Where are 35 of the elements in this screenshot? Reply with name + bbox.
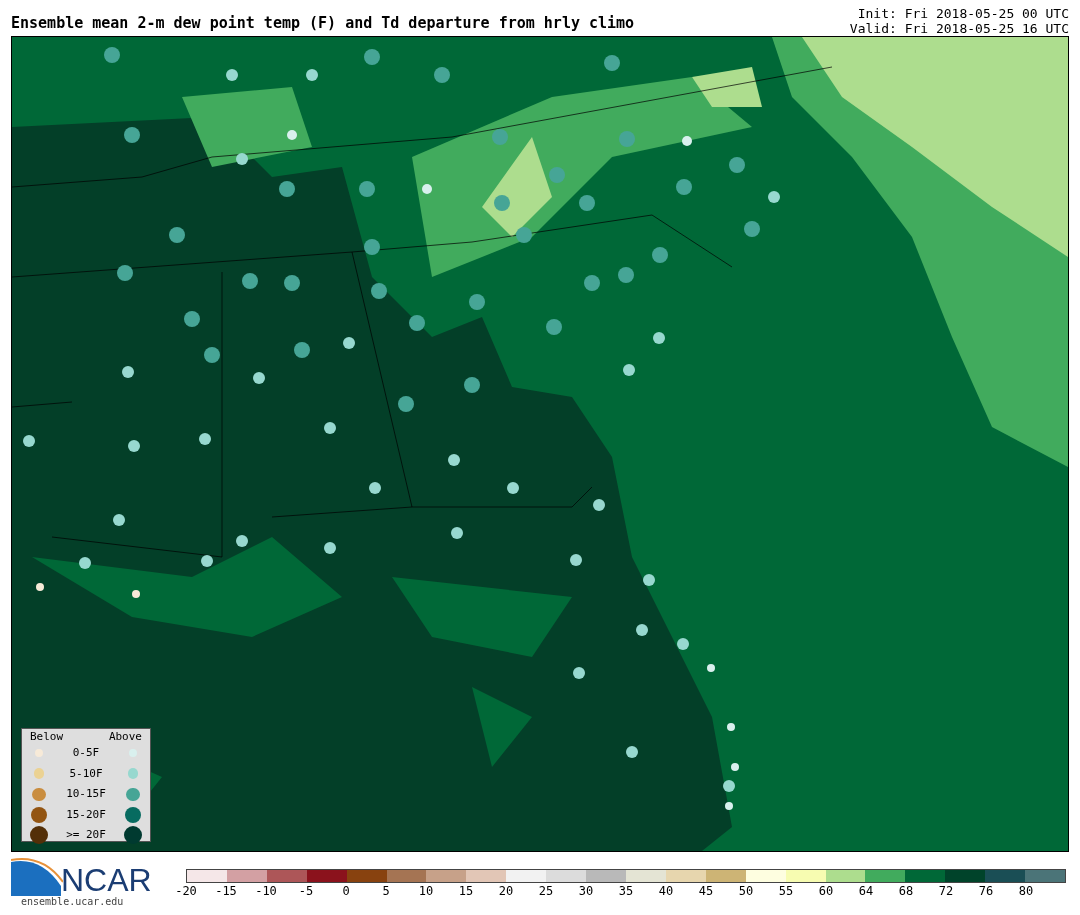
colorbar-tick-label: 0 [342,884,350,898]
legend-label: 5-10F [68,765,104,782]
init-time: Init: Fri 2018-05-25 00 UTC [857,6,1069,21]
legend-heading: Below [30,730,64,743]
colorbar-tick-label: 25 [538,884,554,898]
colorbar-tick-label: 30 [578,884,594,898]
colorbar-tick-label: 50 [738,884,754,898]
colorbar-tick-label: -5 [298,884,314,898]
colorbar-tick-label: 60 [818,884,834,898]
logo-wordmark: NCAR [61,864,152,896]
swoosh-logo-icon [11,856,63,896]
colorbar-tick-label: 20 [498,884,514,898]
colorbar-tick-label: 5 [382,884,390,898]
colorbar-tick-label: 80 [1018,884,1034,898]
legend-heading: Above [108,730,142,743]
colorbar-tick-label: 72 [938,884,954,898]
colorbar-tick-label: 10 [418,884,434,898]
colorbar-tick-label: 64 [858,884,874,898]
plot-title: Ensemble mean 2-m dew point temp (F) and Td departure from hrly climo [11,16,635,31]
colorbar-tick-label: 45 [698,884,714,898]
colorbar-tick-label: 68 [898,884,914,898]
valid-time: Valid: Fri 2018-05-25 16 UTC [849,21,1069,36]
colorbar-tick-label: 55 [778,884,794,898]
colorbar-tick-label: -20 [175,884,197,898]
colorbar-tick-label: 40 [658,884,674,898]
legend-label: 10-15F [65,786,107,802]
legend-label: 15-20F [65,806,107,823]
colorbar-tick-label: -10 [255,884,277,898]
colorbar-tick-label: -15 [215,884,237,898]
legend-label: 0-5F [71,745,101,761]
colorbar-tick-label: 15 [458,884,474,898]
colorbar-tick-label: 76 [978,884,994,898]
site-url: ensemble.ucar.edu [21,896,125,908]
colorbar-tick-label: 35 [618,884,634,898]
legend-label: >= 20F [65,827,107,843]
